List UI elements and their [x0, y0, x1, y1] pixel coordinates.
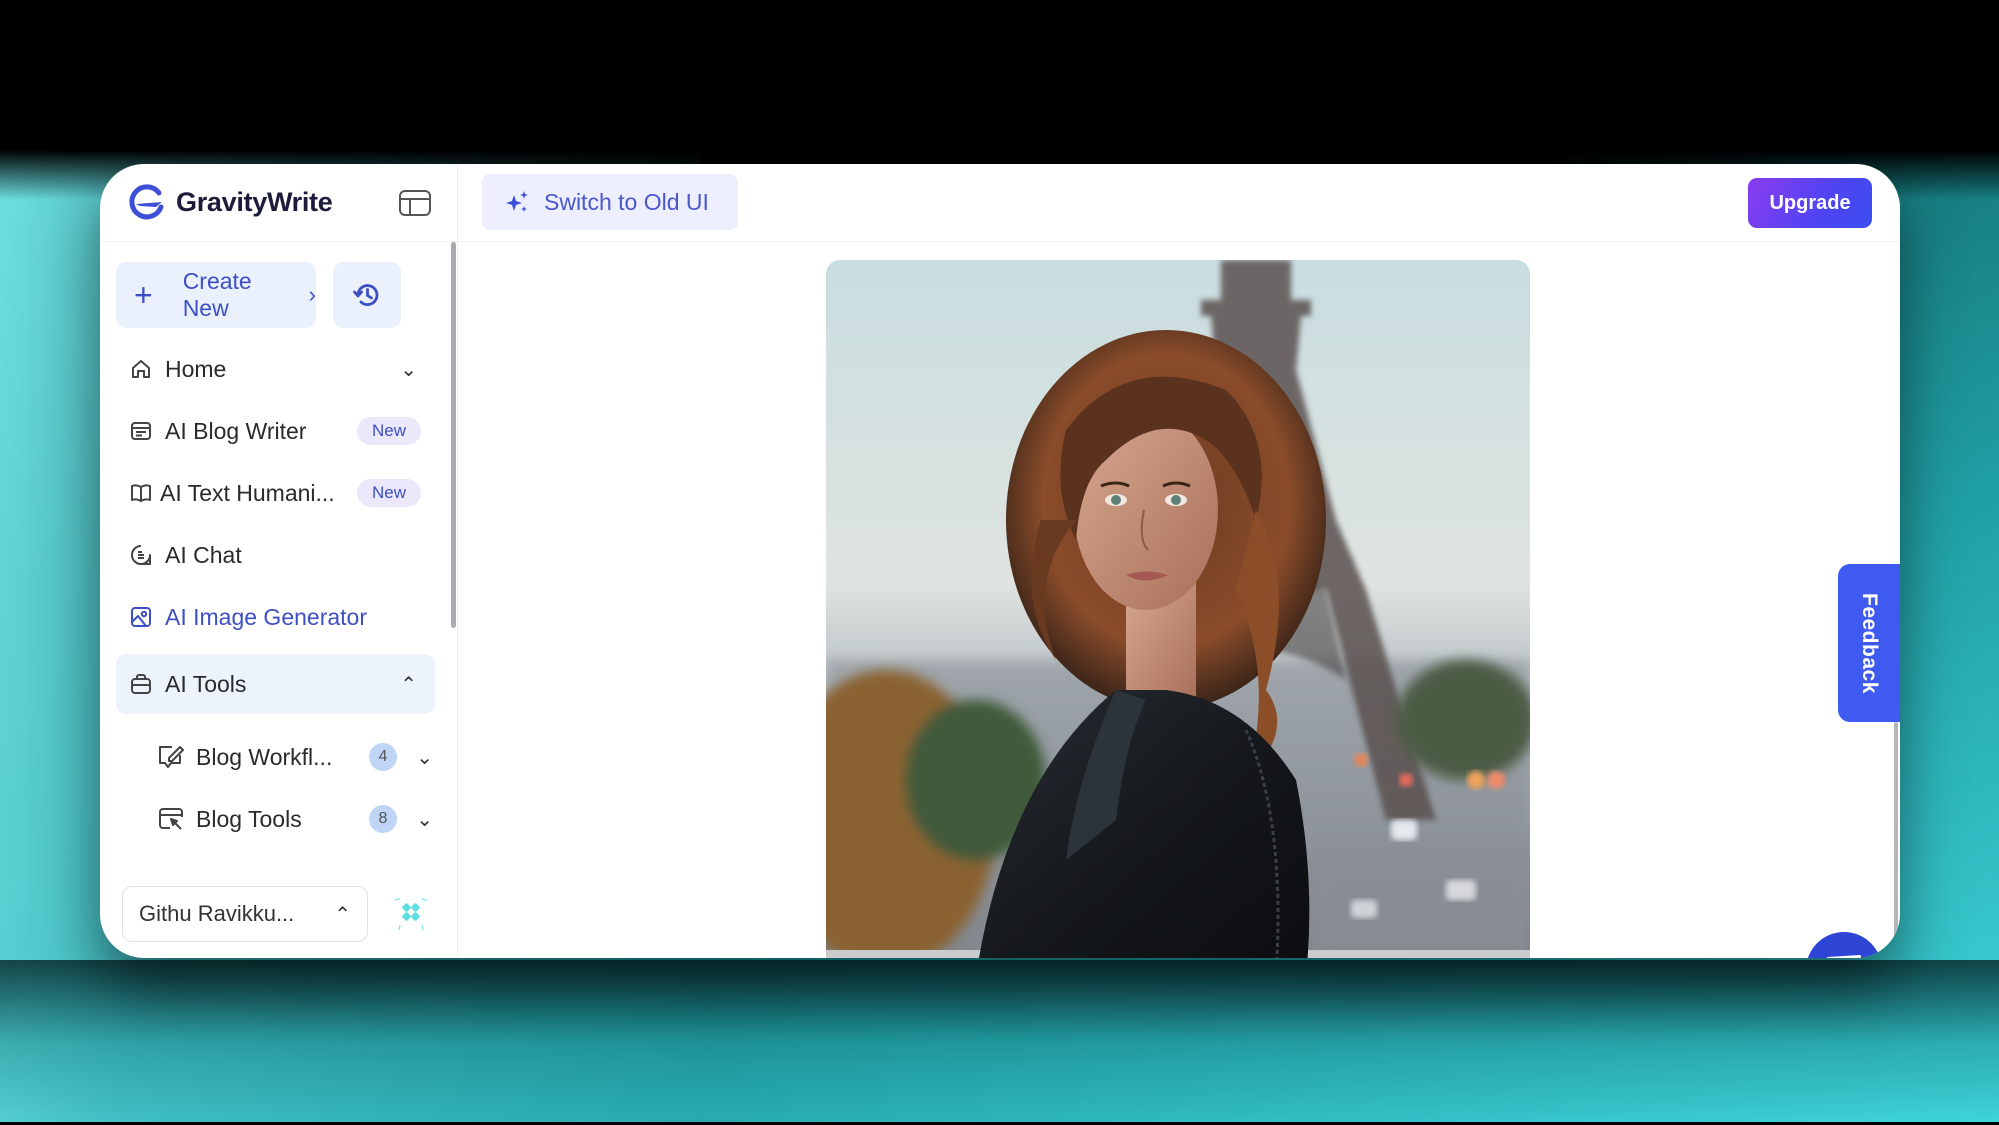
sidebar-subitem-label: Blog Tools	[196, 805, 302, 832]
image-icon	[128, 604, 154, 630]
generated-image-illustration	[826, 260, 1530, 958]
user-name: Githu Ravikku...	[139, 901, 295, 926]
sidebar-item-label: AI Tools	[165, 670, 247, 697]
app-name: GravityWrite	[176, 187, 333, 217]
sidebar-scrollbar[interactable]	[451, 242, 456, 628]
sidebar-item-label: AI Chat	[165, 541, 242, 568]
generated-image[interactable]	[826, 260, 1530, 958]
chat-bubble-icon	[128, 542, 154, 568]
create-row: + Create New ›	[100, 262, 457, 328]
gravitywrite-logo-icon	[129, 183, 164, 219]
main-scrollbar[interactable]	[1894, 722, 1898, 958]
feedback-tab[interactable]: Feedback	[1838, 564, 1900, 722]
chat-icon	[1827, 955, 1861, 958]
sidebar: GravityWrite + Create New › Home ⌄ AI Bl…	[100, 164, 458, 958]
create-new-button[interactable]: + Create New ›	[116, 262, 316, 328]
history-button[interactable]	[333, 262, 401, 328]
background-bottom	[0, 960, 1999, 1125]
sidebar-item-label: AI Text Humani...	[160, 479, 335, 506]
main-content: Feedback	[458, 242, 1900, 958]
sidebar-item-ai-chat[interactable]: AI Chat	[116, 526, 435, 584]
user-row: Githu Ravikku... ⌃	[122, 886, 430, 942]
count-badge: 8	[369, 805, 397, 833]
sidebar-subitem-blog-tools[interactable]: Blog Tools 8 ⌄	[156, 790, 435, 848]
sidebar-item-ai-tools[interactable]: AI Tools ⌃	[116, 654, 435, 714]
browser-edit-icon	[156, 804, 186, 834]
topbar: Switch to Old UI Upgrade	[458, 164, 1900, 242]
sidebar-item-label: AI Image Generator	[165, 603, 367, 630]
chevron-down-icon[interactable]: ⌄	[416, 807, 433, 832]
sidebar-header: GravityWrite	[100, 164, 457, 242]
create-new-label: Create New	[182, 268, 252, 321]
upgrade-button[interactable]: Upgrade	[1748, 178, 1872, 228]
sidebar-item-ai-text-humanizer[interactable]: AI Text Humani... New	[116, 464, 435, 522]
sidebar-subitem-blog-workflows[interactable]: Blog Workfl... 4 ⌄	[156, 728, 435, 786]
new-badge: New	[356, 417, 421, 445]
chevron-right-icon: ›	[308, 282, 316, 307]
switch-to-old-ui-button[interactable]: Switch to Old UI	[482, 174, 738, 230]
history-icon	[353, 284, 379, 306]
support-chat-button[interactable]	[1806, 932, 1882, 958]
apps-grid-icon[interactable]	[392, 895, 430, 933]
chevron-down-icon[interactable]: ⌄	[416, 745, 433, 770]
sidebar-item-ai-blog-writer[interactable]: AI Blog Writer New	[116, 402, 435, 460]
feedback-label: Feedback	[1858, 592, 1881, 694]
chevron-up-icon[interactable]: ⌃	[400, 672, 417, 697]
sparkle-icon	[506, 191, 528, 212]
sidebar-nav: Home ⌄ AI Blog Writer New AI Text Humani…	[100, 340, 457, 848]
toolbox-icon	[128, 671, 154, 697]
chevron-up-icon: ⌃	[334, 903, 351, 926]
sidebar-item-label: Home	[165, 355, 227, 382]
switch-label: Switch to Old UI	[544, 188, 709, 215]
sidebar-item-home[interactable]: Home ⌄	[116, 340, 435, 398]
chevron-down-icon[interactable]: ⌄	[400, 357, 417, 382]
new-badge: New	[356, 479, 421, 507]
account-selector[interactable]: Githu Ravikku... ⌃	[122, 886, 368, 942]
sidebar-subitem-label: Blog Workfl...	[196, 743, 333, 770]
home-icon	[128, 356, 154, 382]
sidebar-item-ai-image-generator[interactable]: AI Image Generator	[116, 588, 435, 646]
edit-message-icon	[156, 742, 186, 772]
plus-icon: +	[134, 277, 153, 313]
book-icon	[128, 480, 154, 506]
app-window: GravityWrite + Create New › Home ⌄ AI Bl…	[100, 164, 1900, 958]
blog-writer-icon	[128, 418, 154, 444]
sidebar-item-label: AI Blog Writer	[165, 417, 307, 444]
count-badge: 4	[369, 743, 397, 771]
sidebar-toggle-icon[interactable]	[399, 189, 431, 216]
